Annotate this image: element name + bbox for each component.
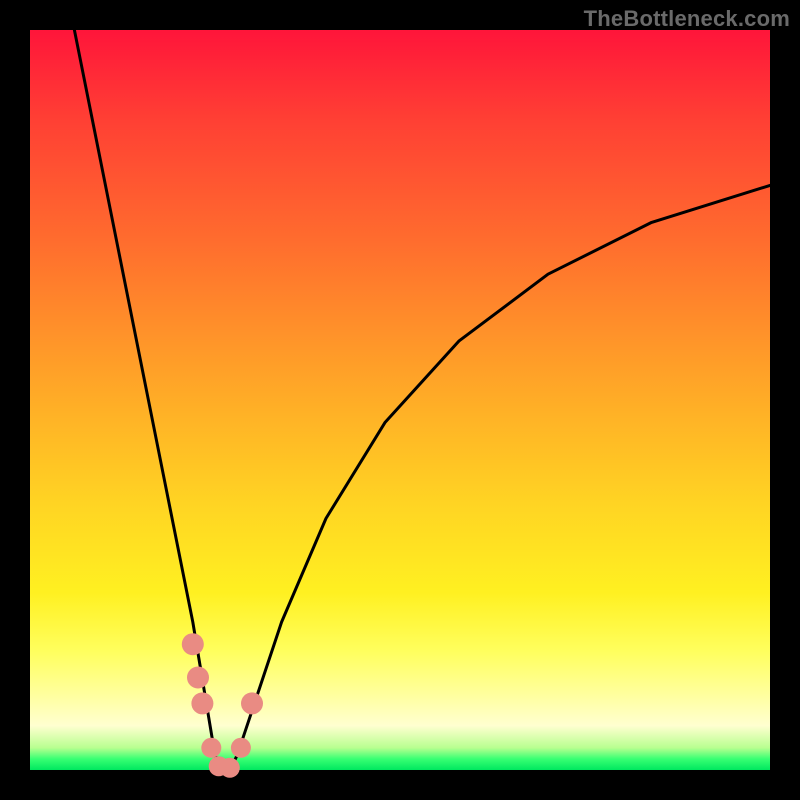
watermark-text: TheBottleneck.com <box>584 6 790 32</box>
bottleneck-curve-path <box>74 30 770 770</box>
marker-dot <box>220 758 240 778</box>
marker-dot <box>201 738 221 758</box>
plot-area <box>30 30 770 770</box>
curve-markers <box>182 633 263 778</box>
marker-dot <box>187 667 209 689</box>
curve-svg <box>30 30 770 770</box>
bottleneck-curve <box>74 30 770 770</box>
marker-dot <box>241 692 263 714</box>
chart-frame: TheBottleneck.com <box>0 0 800 800</box>
marker-dot <box>182 633 204 655</box>
marker-dot <box>231 738 251 758</box>
marker-dot <box>191 692 213 714</box>
